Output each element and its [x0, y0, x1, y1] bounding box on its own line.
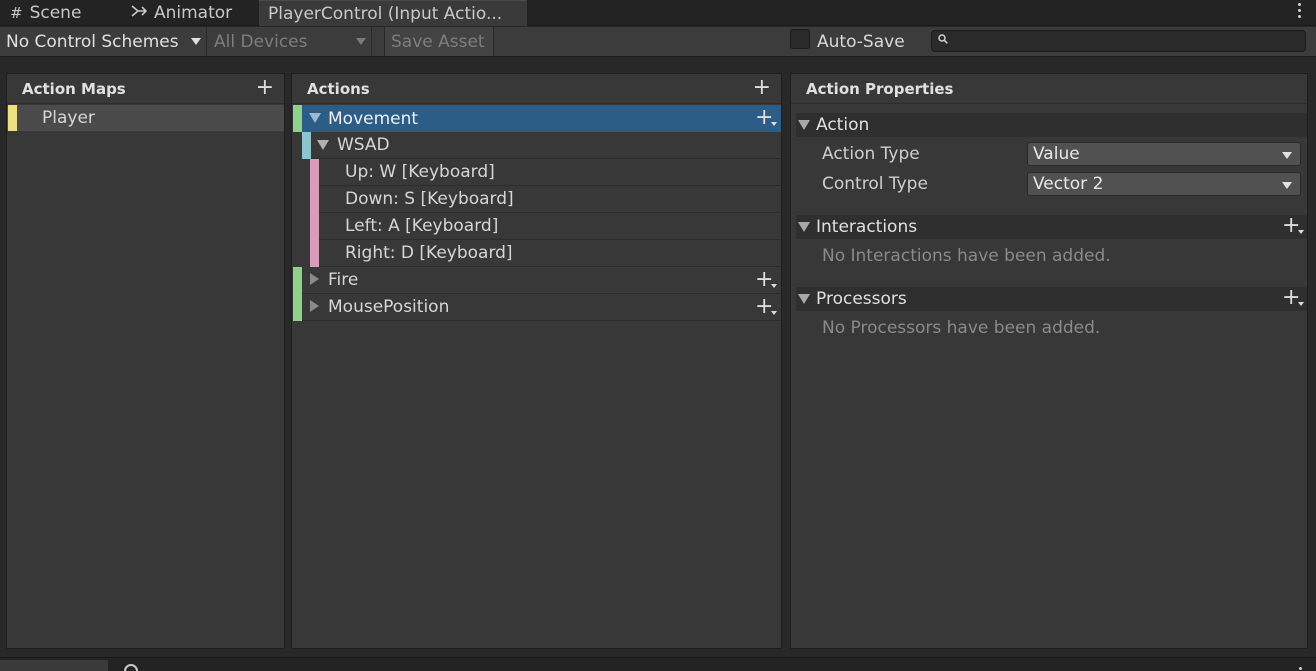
bottom-tab-bar — [0, 657, 1316, 671]
chevron-down-icon — [191, 38, 201, 45]
binding-row-left[interactable]: Left: A [Keyboard] — [310, 213, 781, 240]
binding-row-up[interactable]: Up: W [Keyboard] — [310, 159, 781, 186]
console-icon — [124, 664, 138, 671]
grid-icon: # — [10, 4, 23, 22]
auto-save-toggle[interactable]: Auto-Save — [790, 27, 905, 56]
section-action[interactable]: Action — [796, 113, 1307, 137]
action-maps-title: Action Maps — [22, 79, 126, 98]
action-color-bar — [293, 105, 302, 132]
control-type-label: Control Type — [822, 174, 928, 194]
binding-row-down[interactable]: Down: S [Keyboard] — [310, 186, 781, 213]
control-type-dropdown[interactable]: Vector 2 — [1027, 172, 1301, 196]
tab-animator[interactable]: Animator — [131, 0, 232, 26]
actions-panel: Actions + Movement + WSAD Up: W [Keyboar… — [291, 73, 782, 649]
action-maps-panel: Action Maps + Player — [6, 73, 285, 649]
add-action-button[interactable]: + — [753, 77, 771, 99]
devices-label: All Devices — [214, 31, 308, 52]
action-type-label: Action Type — [822, 144, 920, 164]
auto-save-label: Auto-Save — [817, 31, 905, 52]
binding-color-bar — [310, 240, 319, 267]
action-map-color-bar — [8, 105, 17, 131]
binding-label: Up: W [Keyboard] — [345, 162, 495, 182]
add-action-map-button[interactable]: + — [256, 77, 274, 99]
binding-row-right[interactable]: Right: D [Keyboard] — [310, 240, 781, 267]
add-binding-button[interactable]: + — [755, 269, 778, 291]
control-schemes-label: No Control Schemes — [6, 31, 179, 52]
collapse-arrow-icon[interactable] — [798, 222, 810, 232]
interactions-empty-note: No Interactions have been added. — [822, 246, 1111, 266]
tab-animator-label: Animator — [154, 3, 233, 23]
section-processors-label: Processors — [816, 289, 907, 309]
search-icon — [938, 33, 948, 47]
expand-arrow-icon[interactable] — [317, 140, 329, 150]
action-label: Fire — [328, 270, 359, 290]
action-type-value: Value — [1033, 144, 1080, 164]
actions-header: Actions + — [292, 74, 781, 104]
chevron-down-icon — [1282, 152, 1292, 159]
window-menu-icon[interactable] — [1298, 3, 1302, 18]
control-schemes-dropdown[interactable]: No Control Schemes — [0, 27, 207, 56]
binding-color-bar — [310, 213, 319, 240]
search-input[interactable] — [931, 30, 1306, 52]
window-menu-icon[interactable] — [1299, 667, 1302, 670]
chevron-down-icon — [356, 38, 366, 45]
add-binding-button[interactable]: + — [755, 296, 778, 318]
tab-scene-label: Scene — [29, 3, 82, 23]
tab-player-control-label: PlayerControl (Input Actio... — [268, 3, 503, 24]
expand-arrow-icon[interactable] — [310, 300, 319, 312]
animator-icon — [131, 4, 148, 22]
action-type-dropdown[interactable]: Value — [1027, 142, 1301, 166]
action-color-bar — [293, 267, 302, 294]
section-interactions-label: Interactions — [816, 217, 918, 237]
devices-dropdown[interactable]: All Devices — [209, 27, 372, 56]
section-processors[interactable]: Processors + — [796, 287, 1307, 311]
binding-color-bar — [310, 186, 319, 213]
composite-row-wsad[interactable]: WSAD — [302, 132, 781, 159]
action-properties-title: Action Properties — [806, 79, 954, 98]
input-actions-editor: # Scene Animator PlayerControl (Input Ac… — [0, 0, 1316, 671]
auto-save-checkbox[interactable] — [790, 28, 810, 49]
save-asset-label: Save Asset — [391, 31, 485, 52]
action-row-fire[interactable]: Fire + — [293, 267, 781, 294]
composite-label: WSAD — [337, 135, 390, 155]
action-row-mouseposition[interactable]: MousePosition + — [293, 294, 781, 321]
action-properties-panel: Action Properties Action Action Type Val… — [790, 73, 1308, 649]
action-row-movement[interactable]: Movement + — [293, 105, 781, 132]
binding-label: Down: S [Keyboard] — [345, 189, 514, 209]
binding-label: Left: A [Keyboard] — [345, 216, 499, 236]
binding-color-bar — [310, 159, 319, 186]
save-asset-button[interactable]: Save Asset — [384, 27, 494, 56]
action-properties-header: Action Properties — [791, 74, 1307, 104]
editor-toolbar: No Control Schemes All Devices Save Asse… — [0, 27, 1316, 57]
expand-arrow-icon[interactable] — [310, 273, 319, 285]
editor-tab-bar: # Scene Animator PlayerControl (Input Ac… — [0, 0, 1316, 26]
processors-empty-note: No Processors have been added. — [822, 318, 1101, 338]
action-maps-header: Action Maps + — [7, 74, 284, 104]
bottom-tab[interactable] — [0, 660, 108, 671]
binding-label: Right: D [Keyboard] — [345, 243, 513, 263]
actions-title: Actions — [307, 79, 370, 98]
action-map-label: Player — [42, 108, 95, 128]
tab-player-control[interactable]: PlayerControl (Input Actio... — [259, 0, 527, 26]
add-binding-button[interactable]: + — [755, 107, 778, 129]
expand-arrow-icon[interactable] — [309, 113, 321, 123]
control-type-value: Vector 2 — [1033, 174, 1104, 194]
collapse-arrow-icon[interactable] — [798, 294, 810, 304]
add-interaction-button[interactable]: + — [1282, 215, 1305, 237]
tab-scene[interactable]: # Scene — [10, 0, 81, 26]
add-processor-button[interactable]: + — [1282, 287, 1305, 309]
section-action-label: Action — [816, 115, 870, 135]
chevron-down-icon — [1282, 182, 1292, 189]
action-color-bar — [293, 294, 302, 321]
section-interactions[interactable]: Interactions + — [796, 215, 1307, 239]
collapse-arrow-icon[interactable] — [798, 120, 810, 130]
action-label: MousePosition — [328, 297, 450, 317]
action-map-item-player[interactable]: Player — [7, 105, 284, 131]
composite-color-bar — [302, 132, 311, 159]
action-label: Movement — [328, 108, 419, 129]
